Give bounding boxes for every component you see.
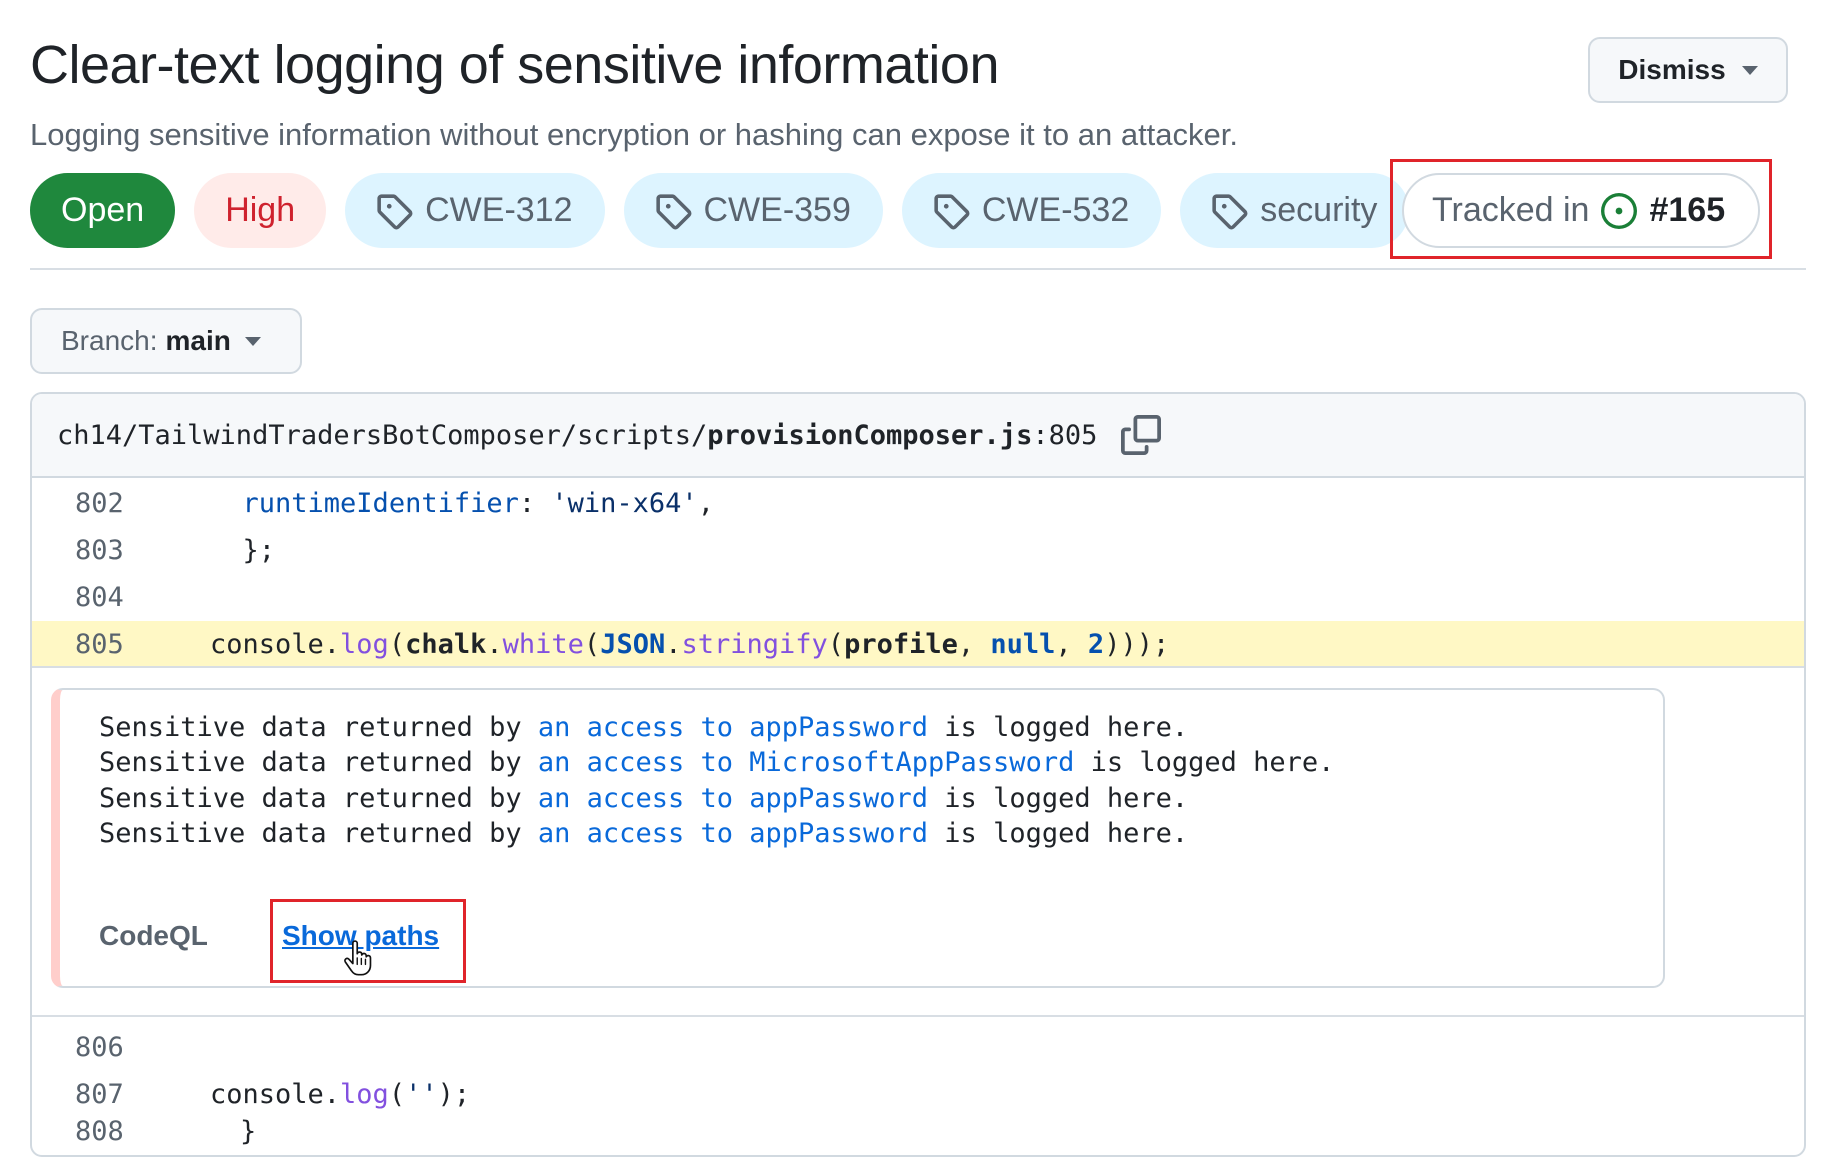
tag-label: security <box>1260 191 1378 229</box>
tag-icon <box>1212 193 1248 229</box>
message-text: is logged here. <box>928 783 1189 814</box>
branch-prefix: Branch: <box>61 325 158 356</box>
caret-down-icon <box>244 336 261 346</box>
line-number[interactable]: 803 <box>75 535 124 566</box>
highlighted-code-line: 805 console.log(chalk.white(JSON.stringi… <box>32 621 1804 668</box>
source-link[interactable]: an access to appPassword <box>538 712 928 743</box>
tracked-prefix: Tracked in <box>1432 191 1590 229</box>
code-snippet-panel: ch14/TailwindTradersBotComposer/scripts/… <box>30 392 1806 1157</box>
code-line: 804 <box>32 574 1804 621</box>
tag-security[interactable]: security <box>1180 173 1410 248</box>
alert-description: Logging sensitive information without en… <box>30 117 1239 152</box>
branch-label: Branch: main <box>61 325 231 357</box>
message-text: Sensitive data returned by <box>99 783 538 814</box>
code-text: console.log(chalk.white(JSON.stringify(p… <box>210 629 1170 660</box>
message-text: is logged here. <box>1074 747 1335 778</box>
code-line: 806 <box>32 1024 1804 1071</box>
dismiss-button[interactable]: Dismiss <box>1588 37 1788 103</box>
alert-separator-bottom <box>32 1015 1804 1017</box>
tag-icon <box>934 193 970 229</box>
file-line-suffix: :805 <box>1032 419 1098 451</box>
alert-message: Sensitive data returned by an access to … <box>99 747 1334 778</box>
tag-label: CWE-532 <box>981 191 1130 229</box>
code-line: 808 } <box>32 1108 1804 1155</box>
hand-cursor-icon <box>344 940 372 976</box>
tag-cwe-359[interactable]: CWE-359 <box>623 173 883 248</box>
line-number[interactable]: 804 <box>75 582 124 613</box>
line-number[interactable]: 805 <box>75 629 124 660</box>
tag-label: CWE-312 <box>425 191 573 229</box>
copy-icon[interactable] <box>1121 415 1162 455</box>
tracked-issue-number: #165 <box>1649 191 1726 229</box>
line-number[interactable]: 806 <box>75 1032 124 1063</box>
status-badge: Open <box>30 173 176 248</box>
file-name: provisionComposer.js <box>707 419 1033 451</box>
code-line: 802 runtimeIdentifier: 'win-x64', <box>32 480 1804 527</box>
code-line: 803 }; <box>32 527 1804 574</box>
code-text: }; <box>210 535 276 566</box>
alert-message: Sensitive data returned by an access to … <box>99 712 1188 743</box>
header-divider <box>30 268 1806 270</box>
code-text: runtimeIdentifier: 'win-x64', <box>242 488 714 519</box>
file-path[interactable]: ch14/TailwindTradersBotComposer/scripts/… <box>57 420 1097 451</box>
alert-message: Sensitive data returned by an access to … <box>99 818 1188 849</box>
alert-separator-top <box>32 666 1804 668</box>
message-text: is logged here. <box>928 712 1189 743</box>
tool-name: CodeQL <box>99 920 208 951</box>
branch-name: main <box>165 325 231 356</box>
severity-badge: High <box>194 173 327 248</box>
file-header: ch14/TailwindTradersBotComposer/scripts/… <box>32 394 1804 478</box>
dismiss-label: Dismiss <box>1618 54 1726 85</box>
tag-icon <box>377 193 413 229</box>
message-text: Sensitive data returned by <box>99 747 538 778</box>
line-number[interactable]: 808 <box>75 1116 124 1147</box>
caret-down-icon <box>1741 65 1758 75</box>
source-link[interactable]: an access to MicrosoftAppPassword <box>538 747 1074 778</box>
line-number[interactable]: 802 <box>75 488 124 519</box>
tracked-in-issue-link[interactable]: Tracked in #165 <box>1402 173 1760 248</box>
tag-label: CWE-359 <box>703 191 851 229</box>
alert-message: Sensitive data returned by an access to … <box>99 783 1188 814</box>
message-text: is logged here. <box>928 818 1189 849</box>
alert-labels: Open High CWE-312 CWE-359 CWE-532 securi… <box>30 173 1410 248</box>
source-link[interactable]: an access to appPassword <box>538 783 928 814</box>
tag-cwe-312[interactable]: CWE-312 <box>345 173 605 248</box>
code-text: } <box>240 1116 257 1147</box>
code-text: console.log(''); <box>210 1079 471 1110</box>
tag-icon <box>655 193 691 229</box>
message-text: Sensitive data returned by <box>99 712 538 743</box>
alert-title: Clear-text logging of sensitive informat… <box>30 35 999 95</box>
branch-selector[interactable]: Branch: main <box>30 308 302 374</box>
message-text: Sensitive data returned by <box>99 818 538 849</box>
file-path-prefix: ch14/TailwindTradersBotComposer/scripts/ <box>57 419 708 451</box>
issue-opened-icon <box>1601 192 1638 229</box>
source-link[interactable]: an access to appPassword <box>538 818 928 849</box>
tag-cwe-532[interactable]: CWE-532 <box>901 173 1162 248</box>
line-number[interactable]: 807 <box>75 1079 124 1110</box>
alert-message-box: Sensitive data returned by an access to … <box>51 688 1665 988</box>
